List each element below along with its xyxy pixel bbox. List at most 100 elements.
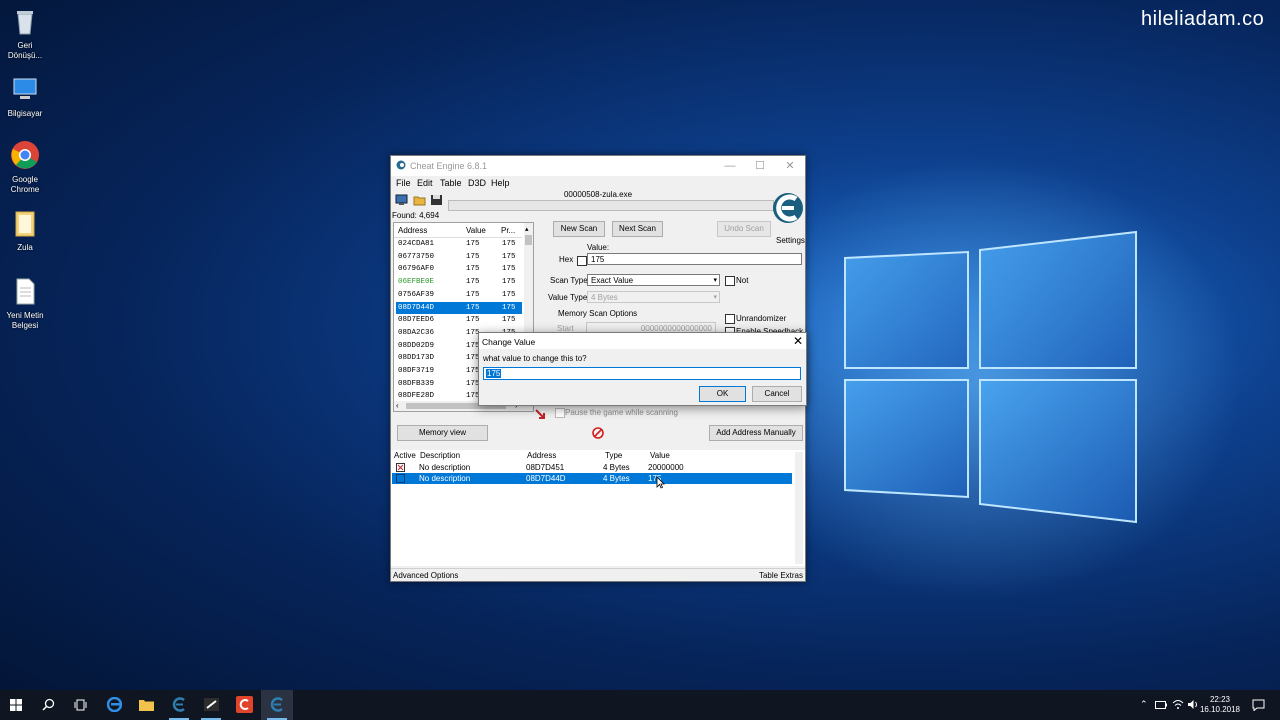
scan-type-label: Scan Type — [550, 276, 588, 285]
minimize-button[interactable]: — — [715, 158, 745, 174]
scan-value-input[interactable]: 175 — [587, 253, 802, 265]
chrome-icon — [11, 141, 39, 169]
menu-help[interactable]: Help — [491, 178, 510, 188]
cheat-table[interactable]: Active Description Address Type Value No… — [391, 450, 805, 566]
chevron-up-icon[interactable]: ⌃ — [1140, 699, 1148, 710]
list-item[interactable]: 06EFBE0E 175 175 — [396, 276, 522, 288]
taskbar-recorder[interactable] — [228, 690, 260, 720]
row-value: 175 — [466, 290, 480, 299]
dialog-close-icon[interactable]: ✕ — [793, 334, 803, 348]
list-item[interactable]: 06796AF0 175 175 — [396, 263, 522, 275]
dialog-title-bar[interactable]: Change Value ✕ — [479, 333, 806, 349]
cheat-engine-icon — [172, 697, 185, 712]
row-address: 08D7D451 — [526, 463, 565, 472]
menu-edit[interactable]: Edit — [417, 178, 433, 188]
ok-button[interactable]: OK — [699, 386, 746, 402]
taskbar-file-explorer[interactable] — [130, 690, 162, 720]
table-row[interactable]: No description 08D7D451 4 Bytes 20000000 — [392, 462, 792, 473]
desktop-icon-text-document[interactable]: Yeni Metin Belgesi — [2, 276, 48, 331]
cheat-engine-logo-icon[interactable] — [772, 189, 804, 231]
arrow-add-icon[interactable] — [534, 408, 546, 420]
new-value-input[interactable] — [483, 367, 801, 380]
search-icon — [42, 698, 55, 711]
value-type-value: 4 Bytes — [591, 293, 618, 302]
taskbar-edge[interactable] — [98, 690, 130, 720]
unrandomizer-checkbox[interactable] — [725, 314, 735, 324]
add-address-manually-button[interactable]: Add Address Manually — [709, 425, 803, 441]
cancel-button[interactable]: Cancel — [752, 386, 802, 402]
watermark-text: hileliadam.co — [1141, 8, 1265, 30]
close-button[interactable]: ✕ — [775, 158, 805, 174]
save-button[interactable] — [430, 194, 443, 206]
undo-scan-button[interactable]: Undo Scan — [717, 221, 771, 237]
desktop-icon-zula[interactable]: Zula — [2, 208, 48, 253]
search-button[interactable] — [32, 690, 64, 720]
wifi-icon[interactable] — [1172, 699, 1184, 710]
row-address: 06796AF0 — [398, 265, 435, 274]
taskbar-cheat-engine-1[interactable] — [163, 690, 195, 720]
column-previous[interactable]: Pr... — [501, 226, 515, 235]
table-row[interactable]: No description 08D7D44D 4 Bytes 175 — [392, 473, 792, 484]
title-bar[interactable]: Cheat Engine 6.8.1 — ☐ ✕ — [391, 156, 805, 176]
table-extras-link[interactable]: Table Extras — [759, 571, 803, 580]
menu-table[interactable]: Table — [440, 178, 462, 188]
taskbar-app-zula[interactable] — [195, 690, 227, 720]
scan-type-select[interactable]: Exact Value ▾ — [587, 274, 720, 286]
row-value: 175 — [466, 278, 480, 287]
desktop-icon-recycle-bin[interactable]: Geri Dönüşü... — [2, 6, 48, 61]
found-count: Found: 4,694 — [392, 211, 440, 220]
row-previous: 175 — [502, 265, 516, 274]
new-scan-button[interactable]: New Scan — [553, 221, 605, 237]
desktop-icon-computer[interactable]: Bilgisayar — [2, 74, 48, 119]
advanced-options-link[interactable]: Advanced Options — [393, 571, 458, 580]
list-item[interactable]: 0756AF39 175 175 — [396, 289, 522, 301]
select-process-button[interactable] — [395, 194, 408, 206]
menu-d3d[interactable]: D3D — [468, 178, 486, 188]
list-item[interactable]: 06773750 175 175 — [396, 251, 522, 263]
active-checkbox[interactable] — [396, 463, 405, 472]
cheat-table-scrollbar[interactable] — [795, 452, 803, 564]
column-value[interactable]: Value — [650, 451, 670, 460]
list-item[interactable]: 08D7D44D 175 175 — [396, 301, 522, 314]
desktop-icon-label: Yeni Metin — [6, 311, 44, 320]
column-address[interactable]: Address — [398, 226, 427, 235]
active-checkbox[interactable] — [396, 474, 405, 483]
maximize-button[interactable]: ☐ — [745, 158, 775, 174]
row-value: 175 — [466, 316, 480, 325]
taskbar-cheat-engine-2[interactable] — [261, 690, 293, 720]
row-previous: 175 — [502, 316, 516, 325]
menu-file[interactable]: File — [396, 178, 411, 188]
clock-date: 16.10.2018 — [1199, 705, 1241, 714]
column-value[interactable]: Value — [466, 226, 486, 235]
list-item[interactable]: 08D7EED6 175 175 — [396, 314, 522, 326]
memory-view-button[interactable]: Memory view — [397, 425, 488, 441]
row-previous: 175 — [502, 278, 516, 287]
next-scan-button[interactable]: Next Scan — [612, 221, 663, 237]
volume-icon[interactable] — [1187, 699, 1199, 710]
row-previous: 175 — [502, 303, 516, 312]
desktop-icon-label: Zula — [17, 243, 33, 252]
list-item[interactable]: 024CDA81 175 175 — [396, 238, 522, 250]
not-checkbox[interactable] — [725, 276, 735, 286]
value-type-select[interactable]: 4 Bytes ▾ — [587, 291, 720, 303]
start-button[interactable] — [0, 690, 32, 720]
open-file-button[interactable] — [413, 194, 426, 206]
stop-icon[interactable] — [592, 427, 604, 439]
column-description[interactable]: Description — [420, 451, 460, 460]
task-view-button[interactable] — [64, 690, 96, 720]
column-address[interactable]: Address — [527, 451, 556, 460]
row-address: 08DD02D9 — [398, 341, 435, 350]
text-document-icon — [16, 278, 35, 305]
column-type[interactable]: Type — [605, 451, 622, 460]
system-clock[interactable]: 22:23 16.10.2018 — [1199, 695, 1241, 715]
desktop-icon-chrome[interactable]: Google Chrome — [2, 140, 48, 195]
settings-link[interactable]: Settings — [776, 236, 805, 245]
pause-game-checkbox[interactable] — [555, 408, 565, 418]
memory-scan-options-label: Memory Scan Options — [558, 309, 638, 318]
column-active[interactable]: Active — [394, 451, 416, 460]
battery-icon[interactable] — [1155, 701, 1167, 709]
hex-checkbox[interactable] — [577, 256, 587, 266]
dialog-title: Change Value — [482, 337, 536, 347]
row-description: No description — [419, 463, 471, 472]
notification-icon[interactable] — [1252, 699, 1265, 711]
